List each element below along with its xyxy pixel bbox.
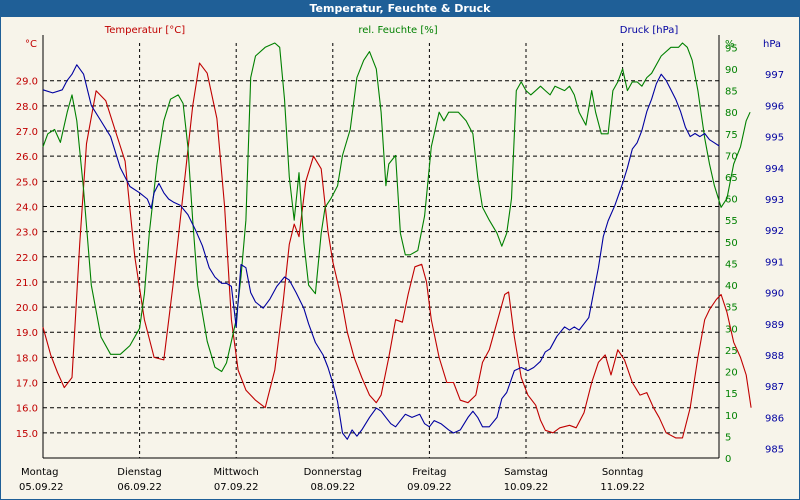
x-date-label: 09.09.22 xyxy=(407,482,452,493)
x-date-label: 06.09.22 xyxy=(117,482,162,493)
x-day-label: Samstag xyxy=(504,467,548,478)
tick-humidity: 75 xyxy=(725,130,738,141)
tick-humidity: 5 xyxy=(725,432,731,443)
y-left-unit: °C xyxy=(25,39,37,50)
tick-temperature: 20.0 xyxy=(16,303,38,314)
tick-pressure: 994 xyxy=(765,164,784,175)
tick-temperature: 27.0 xyxy=(16,127,38,138)
tick-humidity: 0 xyxy=(725,454,731,465)
tick-humidity: 70 xyxy=(725,151,738,162)
x-day-label: Dienstag xyxy=(117,467,162,478)
tick-humidity: 15 xyxy=(725,389,738,400)
tick-humidity: 80 xyxy=(725,108,738,119)
tick-humidity: 45 xyxy=(725,259,738,270)
series-line-pressure xyxy=(42,64,720,440)
tick-pressure: 991 xyxy=(765,257,784,268)
tick-humidity: 40 xyxy=(725,281,738,292)
tick-pressure: 993 xyxy=(765,195,784,206)
tick-temperature: 17.0 xyxy=(16,379,38,390)
tick-humidity: 90 xyxy=(725,65,738,76)
tick-humidity: 50 xyxy=(725,238,738,249)
humidity-axis-title: rel. Feuchte [%] xyxy=(358,25,437,36)
tick-temperature: 24.0 xyxy=(16,202,38,213)
tick-humidity: 10 xyxy=(725,411,738,422)
y-pressure-unit: hPa xyxy=(763,39,781,50)
tick-pressure: 989 xyxy=(765,320,784,331)
tick-pressure: 985 xyxy=(765,445,784,456)
x-date-label: 05.09.22 xyxy=(19,482,64,493)
tick-pressure: 996 xyxy=(765,101,784,112)
x-day-label: Freitag xyxy=(412,467,446,478)
tick-temperature: 23.0 xyxy=(16,228,38,239)
x-day-label: Mittwoch xyxy=(214,467,259,478)
tick-humidity: 20 xyxy=(725,368,738,379)
tick-pressure: 988 xyxy=(765,351,784,362)
chart-title: Temperatur, Feuchte & Druck xyxy=(309,2,491,15)
tick-temperature: 15.0 xyxy=(16,429,38,440)
tick-temperature: 28.0 xyxy=(16,102,38,113)
tick-temperature: 16.0 xyxy=(16,404,38,415)
x-date-label: 07.09.22 xyxy=(214,482,259,493)
x-day-label: Donnerstag xyxy=(304,467,362,478)
tick-humidity: 55 xyxy=(725,216,738,227)
tick-temperature: 18.0 xyxy=(16,353,38,364)
tick-temperature: 26.0 xyxy=(16,152,38,163)
tick-pressure: 995 xyxy=(765,133,784,144)
tick-pressure: 992 xyxy=(765,226,784,237)
tick-humidity: 85 xyxy=(725,87,738,98)
tick-pressure: 990 xyxy=(765,289,784,300)
temperature-axis-title: Temperatur [°C] xyxy=(104,25,185,36)
x-day-label: Sonntag xyxy=(602,467,644,478)
chart-panel: °C Temperatur [°C] rel. Feuchte [%] Druck [… xyxy=(1,17,799,499)
tick-humidity: 95 xyxy=(725,43,738,54)
pressure-axis-title: Druck [hPa] xyxy=(620,25,679,36)
tick-pressure: 987 xyxy=(765,382,784,393)
series-line-humidity xyxy=(42,42,751,373)
x-day-label: Montag xyxy=(21,467,58,478)
chart-svg: °C Temperatur [°C] rel. Feuchte [%] Druck [… xyxy=(16,25,784,493)
x-date-label: 11.09.22 xyxy=(600,482,645,493)
x-date-label: 10.09.22 xyxy=(504,482,549,493)
tick-temperature: 29.0 xyxy=(16,77,38,88)
tick-temperature: 21.0 xyxy=(16,278,38,289)
tick-temperature: 19.0 xyxy=(16,328,38,339)
tick-temperature: 25.0 xyxy=(16,177,38,188)
tick-pressure: 986 xyxy=(765,413,784,424)
tick-temperature: 22.0 xyxy=(16,253,38,264)
x-date-label: 08.09.22 xyxy=(311,482,356,493)
tick-pressure: 997 xyxy=(765,70,784,81)
